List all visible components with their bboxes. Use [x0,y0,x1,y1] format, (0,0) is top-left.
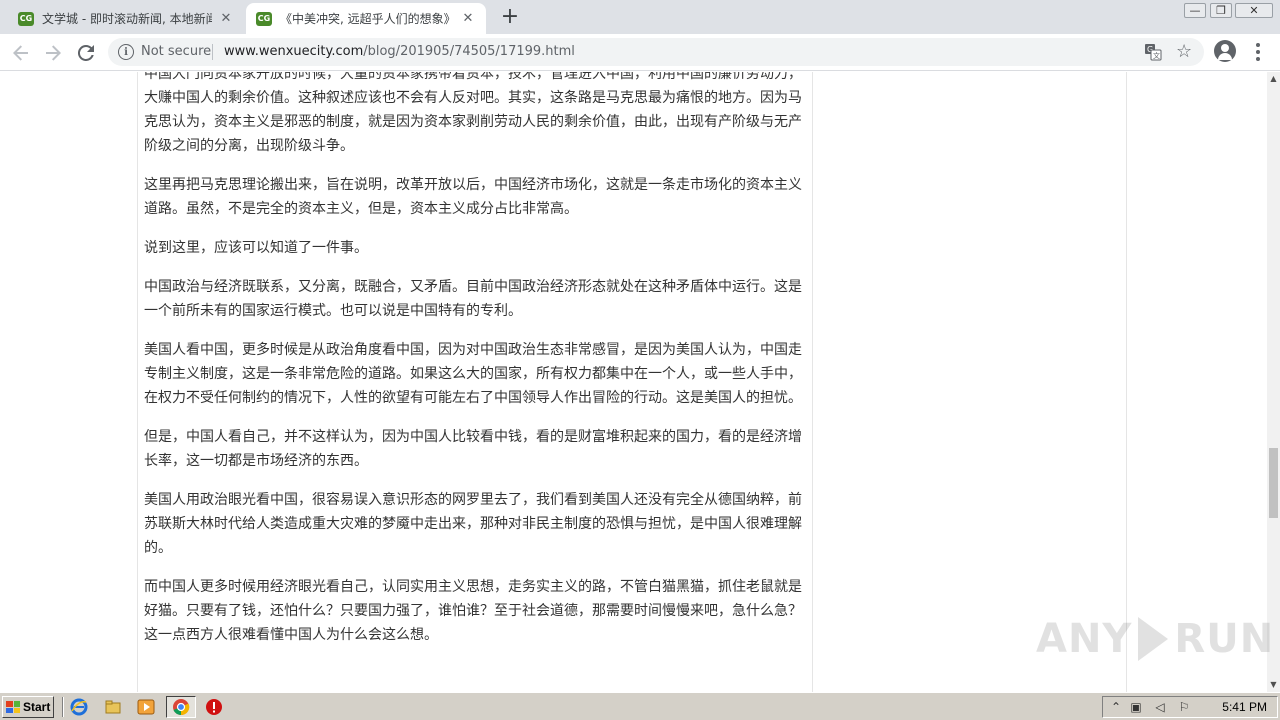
omnibox-separator [212,44,213,60]
new-tab-button[interactable]: + [498,6,522,30]
arrow-right-icon [46,45,61,61]
reload-button[interactable] [73,40,99,66]
translate-icon[interactable]: G 文 [1144,43,1162,61]
wenxuecity-favicon-icon: CG [256,11,272,26]
play-icon [1138,617,1169,661]
taskbar-chrome-button[interactable] [166,696,196,718]
article-paragraph: 美国人用政治眼光看中国，很容易误入意识形态的网罗里去了，我们看到美国人还没有完全… [144,492,802,556]
taskbar-clock[interactable]: 5:41 PM [1222,700,1267,714]
close-window-button[interactable]: ✕ [1234,0,1274,20]
tab-close-icon[interactable]: ✕ [218,11,234,27]
tab-wenxuecity-home[interactable]: CG 文学城 - 即时滚动新闻, 本地新闻, 社 ✕ [8,3,244,34]
svg-text:文: 文 [1153,51,1160,60]
article-paragraph: 这里再把马克思理论搬出来，旨在说明，改革开放以后，中国经济市场化，这就是一条走市… [144,177,802,217]
stop-alert-icon[interactable] [205,698,223,716]
article-paragraph: 但是，中国人看自己，并不这样认为，因为中国人比较看中钱，看的是财富堆积起来的国力… [144,429,802,469]
minimize-icon: — [1184,2,1206,18]
vertical-scrollbar[interactable]: ▲ ▼ [1267,72,1280,692]
start-label: Start [23,700,51,714]
tab-article[interactable]: CG 《中美冲突, 远超乎人们的想象》| we ✕ [246,3,486,34]
article-paragraph: 中国政治与经济既联系，又分离，既融合，又矛盾。目前中国政治经济形态就处在这种矛盾… [144,279,802,319]
tray-expand-icon[interactable]: ⌃ [1109,700,1123,714]
browser-toolbar: i Not secure www.wenxuecity.com/blog/201… [0,34,1280,71]
minimize-button[interactable]: — [1182,0,1208,20]
security-label[interactable]: Not secure [141,44,211,59]
system-tray: ⌃ ▣ ◁ ⚐ 5:41 PM [1102,696,1278,718]
forward-button[interactable] [40,40,66,66]
network-icon[interactable]: ▣ [1129,700,1143,714]
url-text[interactable]: www.wenxuecity.com/blog/201905/74505/171… [224,44,575,59]
volume-icon[interactable]: ◁ [1153,700,1167,714]
article-paragraph: 而中国人更多时候用经济眼光看自己，认同实用主义思想，走务实主义的路，不管白猫黑猫… [144,579,802,643]
article-body: 中国大门向资本家开放的时候，大量的资本家携带着资本，技术，管理进入中国，利用中国… [144,72,808,662]
profile-avatar-icon[interactable] [1214,40,1236,62]
content-sidebar-divider [812,72,813,692]
article-paragraph: 说到这里，应该可以知道了一件事。 [144,240,368,256]
bookmark-star-icon[interactable]: ☆ [1176,41,1192,62]
windows-taskbar: Start ⌃ ▣ ◁ ⚐ 5:41 PM [0,692,1280,720]
scroll-down-icon[interactable]: ▼ [1267,678,1280,692]
chrome-icon [173,699,190,716]
browser-menu-icon[interactable] [1252,40,1264,64]
maximize-button[interactable]: ❐ [1208,0,1234,20]
arrow-left-icon [13,45,28,61]
restore-icon: ❐ [1210,2,1232,18]
page-viewport: 中国大门向资本家开放的时候，大量的资本家携带着资本，技术，管理进入中国，利用中国… [0,72,1267,692]
watermark-text-right: RUN [1174,616,1275,662]
media-player-icon[interactable] [137,698,155,716]
url-host: www.wenxuecity.com [224,44,364,59]
article-paragraph: 美国人看中国，更多时候是从政治角度看中国，因为对中国政治生态非常感冒，是因为美国… [144,342,802,406]
taskbar-separator [62,697,64,717]
start-button[interactable]: Start [2,696,54,718]
address-bar[interactable]: i Not secure www.wenxuecity.com/blog/201… [108,38,1204,66]
tab-close-icon[interactable]: ✕ [460,11,476,27]
tab-title: 《中美冲突, 远超乎人们的想象》| we [280,12,454,26]
scrollbar-thumb[interactable] [1269,448,1278,518]
close-icon: ✕ [1235,2,1273,18]
windows-logo-icon [6,701,20,713]
anyrun-watermark: ANY RUN [1036,604,1273,674]
file-explorer-icon[interactable] [104,698,122,716]
tab-title: 文学城 - 即时滚动新闻, 本地新闻, 社 [42,12,212,26]
article-paragraph: 中国大门向资本家开放的时候，大量的资本家携带着资本，技术，管理进入中国，利用中国… [144,72,802,154]
watermark-text-left: ANY [1036,616,1133,662]
scroll-up-icon[interactable]: ▲ [1267,72,1280,86]
url-path: /blog/201905/74505/17199.html [363,44,575,59]
reload-icon [78,45,94,61]
action-center-flag-icon[interactable]: ⚐ [1177,700,1191,714]
back-button[interactable] [8,40,34,66]
info-icon[interactable]: i [118,44,134,60]
internet-explorer-icon[interactable] [70,698,88,716]
wenxuecity-favicon-icon: CG [18,11,34,26]
tab-strip: CG 文学城 - 即时滚动新闻, 本地新闻, 社 ✕ CG 《中美冲突, 远超乎… [0,0,1280,34]
